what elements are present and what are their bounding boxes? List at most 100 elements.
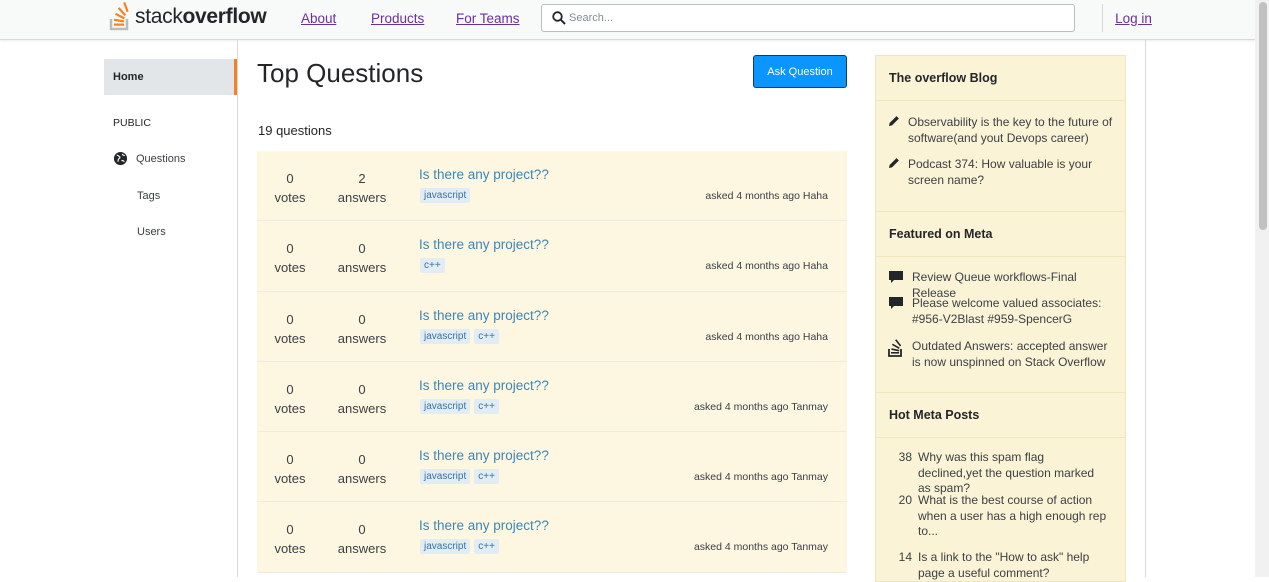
sidebar-item-questions[interactable]: Questions bbox=[113, 151, 186, 166]
blog-item-text: Observability is the key to the future o… bbox=[908, 115, 1113, 145]
meta-item[interactable]: Outdated Answers: accepted answer is now… bbox=[888, 338, 1118, 370]
sidebar-section-public: PUBLIC bbox=[113, 117, 151, 129]
tag-chip[interactable]: javascript bbox=[420, 188, 471, 203]
overflow-blog-widget: The overflow Blog Observability is the k… bbox=[875, 55, 1126, 212]
search-input[interactable]: Search... bbox=[541, 4, 1075, 32]
tag-chip[interactable]: javascript bbox=[420, 469, 471, 485]
hot-post-score: 38 bbox=[898, 450, 912, 464]
question-title-link[interactable]: Is there any project?? bbox=[419, 518, 549, 533]
widget-title: Hot Meta Posts bbox=[876, 393, 1125, 438]
question-tags: c++ bbox=[420, 258, 445, 274]
answer-count: 0 answers bbox=[332, 450, 392, 488]
question-tags: javascript bbox=[420, 188, 471, 203]
question-title-link[interactable]: Is there any project?? bbox=[419, 167, 549, 182]
scrollbar-thumb[interactable] bbox=[1259, 2, 1267, 230]
tag-chip[interactable]: javascript bbox=[420, 539, 471, 555]
blog-item[interactable]: Podcast 374: How valuable is your screen… bbox=[888, 156, 1113, 188]
question-title-link[interactable]: Is there any project?? bbox=[419, 237, 549, 252]
vote-label: votes bbox=[274, 471, 306, 487]
question-title-link[interactable]: Is there any project?? bbox=[419, 448, 549, 463]
hot-meta-posts-widget: Hot Meta Posts 38 Why was this spam flag… bbox=[875, 392, 1126, 582]
answer-label: answers bbox=[337, 400, 387, 416]
vote-label: votes bbox=[274, 190, 306, 205]
question-tags: javascript c++ bbox=[420, 398, 499, 414]
nav-products[interactable]: Products bbox=[371, 11, 424, 26]
tag-chip[interactable]: c++ bbox=[474, 398, 499, 414]
widget-title: Featured on Meta bbox=[876, 212, 1125, 257]
question-title-link[interactable]: Is there any project?? bbox=[419, 308, 549, 323]
vote-count: 0 votes bbox=[260, 450, 320, 488]
answer-label: answers bbox=[337, 471, 387, 487]
question-row: 0 votes 0 answers Is there any project??… bbox=[257, 502, 847, 573]
answer-label: answers bbox=[337, 541, 387, 557]
comment-icon bbox=[889, 271, 903, 283]
asked-info: asked 4 months ago Tanmay bbox=[693, 400, 828, 413]
asked-info: asked 4 months ago Tanmay bbox=[693, 541, 828, 554]
comment-icon bbox=[889, 297, 903, 309]
vote-label: votes bbox=[274, 400, 306, 416]
vote-count: 0 votes bbox=[260, 380, 320, 418]
vote-count: 0 votes bbox=[260, 239, 320, 277]
hot-post-item[interactable]: 38 Why was this spam flag declined,yet t… bbox=[888, 450, 1110, 497]
tag-chip[interactable]: c++ bbox=[474, 328, 499, 344]
nav-for-teams[interactable]: For Teams bbox=[456, 11, 520, 26]
answer-count: 0 answers bbox=[332, 310, 392, 348]
tag-chip[interactable]: javascript bbox=[420, 328, 471, 344]
hot-post-score: 20 bbox=[898, 493, 912, 507]
stackoverflow-icon bbox=[888, 339, 902, 357]
question-row: 0 votes 2 answers Is there any project??… bbox=[257, 151, 847, 222]
hot-post-text: Is a link to the "How to ask" help page … bbox=[918, 550, 1090, 580]
sidebar-item-home[interactable]: Home bbox=[104, 59, 237, 95]
answer-number: 2 bbox=[358, 171, 366, 186]
tag-chip[interactable]: c++ bbox=[420, 258, 445, 274]
question-row: 0 votes 0 answers Is there any project??… bbox=[257, 221, 847, 292]
tag-chip[interactable]: javascript bbox=[420, 398, 471, 414]
vote-number: 0 bbox=[286, 381, 294, 397]
blog-item[interactable]: Observability is the key to the future o… bbox=[888, 114, 1113, 146]
answer-number: 0 bbox=[358, 381, 366, 397]
question-title-link[interactable]: Is there any project?? bbox=[419, 378, 549, 393]
left-divider bbox=[237, 40, 238, 577]
vote-number: 0 bbox=[286, 171, 294, 186]
search-icon bbox=[552, 11, 566, 25]
vote-label: votes bbox=[274, 260, 306, 276]
tag-chip[interactable]: c++ bbox=[474, 539, 499, 555]
hot-post-text: Why was this spam flag declined,yet the … bbox=[918, 450, 1095, 495]
question-tags: javascript c++ bbox=[420, 539, 499, 555]
question-tags: javascript c++ bbox=[420, 328, 499, 344]
page-title: Top Questions bbox=[257, 58, 424, 88]
question-list: 0 votes 2 answers Is there any project??… bbox=[257, 151, 847, 573]
sidebar-item-questions-label: Questions bbox=[136, 152, 186, 165]
ask-question-button[interactable]: Ask Question bbox=[753, 55, 847, 88]
asked-info: asked 4 months ago Haha bbox=[705, 330, 828, 343]
hot-post-score: 14 bbox=[898, 550, 912, 564]
sidebar-item-users[interactable]: Users bbox=[137, 226, 166, 238]
asked-info: asked 4 months ago Haha bbox=[705, 190, 828, 202]
meta-item[interactable]: Please welcome valued associates: #956-V… bbox=[888, 295, 1118, 327]
logo[interactable]: stackoverflow bbox=[109, 0, 267, 34]
vote-number: 0 bbox=[286, 452, 294, 468]
nav-about[interactable]: About bbox=[301, 11, 336, 26]
hot-post-item[interactable]: 14 Is a link to the "How to ask" help pa… bbox=[888, 550, 1110, 581]
answer-label: answers bbox=[337, 330, 387, 346]
logo-text: stackoverflow bbox=[135, 5, 267, 28]
question-row: 0 votes 0 answers Is there any project??… bbox=[257, 361, 847, 433]
vote-label: votes bbox=[274, 541, 306, 557]
pencil-icon bbox=[889, 158, 899, 168]
tag-chip[interactable]: c++ bbox=[474, 469, 499, 485]
answer-count: 0 answers bbox=[332, 520, 392, 558]
answer-number: 0 bbox=[358, 311, 366, 327]
stackoverflow-logo-icon bbox=[109, 2, 129, 31]
login-link[interactable]: Log in bbox=[1102, 4, 1164, 32]
sidebar-item-tags[interactable]: Tags bbox=[137, 190, 160, 202]
answer-number: 0 bbox=[358, 452, 366, 468]
hot-post-text: What is the best course of action when a… bbox=[918, 493, 1107, 538]
hot-post-item[interactable]: 20 What is the best course of action whe… bbox=[888, 493, 1110, 540]
vote-count: 0 votes bbox=[260, 520, 320, 558]
right-divider bbox=[1145, 40, 1146, 577]
answer-count: 0 answers bbox=[332, 239, 392, 277]
answer-number: 0 bbox=[358, 241, 366, 257]
answer-label: answers bbox=[337, 190, 387, 205]
answer-count: 0 answers bbox=[332, 380, 392, 418]
search-placeholder: Search... bbox=[569, 12, 614, 24]
